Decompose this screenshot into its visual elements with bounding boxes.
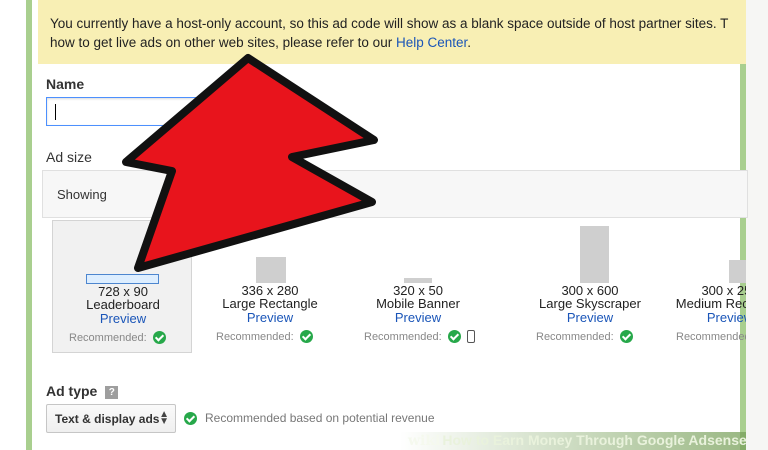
showing-filter-bar[interactable]: Showing <box>42 170 748 218</box>
ad-type-label: Ad type <box>46 383 98 399</box>
size-name: Large Rectangle <box>222 296 318 311</box>
recommended-label: Recommended: <box>216 331 294 343</box>
size-name: Leaderboard <box>86 297 160 312</box>
host-only-notice: You currently have a host-only account, … <box>38 0 746 64</box>
recommended-label: Recommended: <box>676 331 746 343</box>
recommended-indicator: Recommended: <box>364 330 475 343</box>
ad-unit-settings-panel: You currently have a host-only account, … <box>26 0 748 450</box>
name-input[interactable] <box>46 97 292 126</box>
ad-type-recommendation: Recommended based on potential revenue <box>184 411 435 425</box>
recommended-label: Recommended: <box>536 331 614 343</box>
preview-link[interactable]: Preview <box>348 310 488 325</box>
recommended-indicator: Recommended: <box>69 331 166 344</box>
recommended-indicator: Recommended: <box>216 330 313 343</box>
name-label: Name <box>46 76 85 92</box>
size-name: Mobile Banner <box>376 296 460 311</box>
size-name: Medium Rectangle <box>675 296 746 311</box>
left-margin <box>0 0 26 450</box>
notice-line-2: how to get live ads on other web sites, … <box>50 33 734 52</box>
check-circle-icon <box>184 412 197 425</box>
help-question-icon[interactable]: ? <box>105 386 119 399</box>
recommended-indicator: Recommended: <box>536 330 633 343</box>
text-caret <box>55 104 56 120</box>
size-option-large-skyscraper[interactable]: 300 x 600 Large Skyscraper Preview Recom… <box>520 220 660 353</box>
check-circle-icon <box>152 331 166 344</box>
size-option-medium-rectangle[interactable]: 300 x 250 Medium Rectangle Preview Recom… <box>660 220 746 353</box>
select-updown-icon: ▲ ▼ <box>159 409 169 427</box>
watermark-brand: wiki <box>408 433 441 449</box>
preview-link[interactable]: Preview <box>53 311 193 326</box>
check-circle-icon <box>299 330 313 343</box>
notice-line-1: You currently have a host-only account, … <box>50 16 729 31</box>
watermark-title: How to Earn Money Through Google Adsense <box>442 432 747 448</box>
check-circle-icon <box>447 330 461 343</box>
preview-link[interactable]: Preview <box>200 310 340 325</box>
ad-type-selected-value: Text & display ads <box>55 412 160 426</box>
ad-type-heading: Ad type? <box>46 383 119 399</box>
large-skyscraper-thumbnail <box>580 226 609 283</box>
recommended-indicator: Recommended: <box>676 330 746 343</box>
recommended-label: Recommended: <box>364 331 442 343</box>
notice-period: . <box>467 35 472 50</box>
recommendation-text: Recommended based on potential revenue <box>205 411 435 425</box>
ad-size-list: 728 x 90 Leaderboard Preview Recommended… <box>50 220 746 355</box>
check-circle-icon <box>619 330 633 343</box>
medium-rectangle-thumbnail <box>729 260 746 283</box>
preview-link[interactable]: Preview <box>520 310 660 325</box>
leaderboard-thumbnail <box>86 274 159 284</box>
showing-label: Showing <box>57 187 107 202</box>
preview-link[interactable]: Preview <box>660 310 746 325</box>
size-option-mobile-banner[interactable]: 320 x 50 Mobile Banner Preview Recommend… <box>348 220 488 353</box>
mobile-phone-icon <box>466 330 475 343</box>
wikihow-watermark: wiki How to Earn Money Through Google Ads… <box>400 432 747 450</box>
help-center-link[interactable]: Help Center <box>396 35 467 50</box>
ad-type-select[interactable]: Text & display ads ▲ ▼ <box>46 404 176 433</box>
large-rectangle-thumbnail <box>256 257 286 283</box>
size-option-leaderboard[interactable]: 728 x 90 Leaderboard Preview Recommended… <box>52 220 192 353</box>
size-name: Large Skyscraper <box>539 296 641 311</box>
size-option-large-rectangle[interactable]: 336 x 280 Large Rectangle Preview Recomm… <box>200 220 340 353</box>
notice-line-2-text: how to get live ads on other web sites, … <box>50 35 396 50</box>
ad-size-label: Ad size <box>46 149 92 165</box>
recommended-label: Recommended: <box>69 332 147 344</box>
